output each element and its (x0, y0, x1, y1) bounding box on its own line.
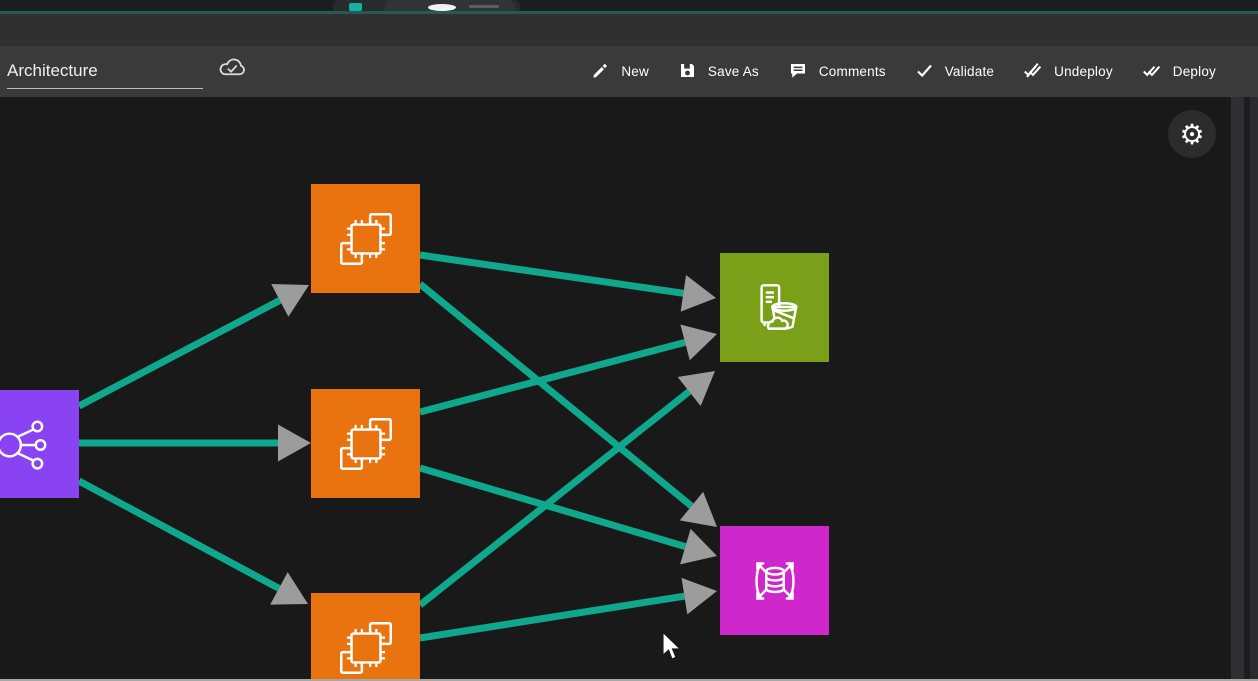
header-bar: New Save As (0, 46, 1258, 97)
browser-strip (0, 0, 1258, 11)
validate-label: Validate (945, 64, 994, 79)
double-check-icon (1143, 62, 1161, 82)
globe-icon (428, 4, 456, 11)
comments-label: Comments (819, 64, 886, 79)
node-server-bucket[interactable] (720, 253, 829, 362)
node-scaling-database[interactable] (720, 526, 829, 635)
floppy-disk-icon (679, 62, 696, 82)
deploy-button[interactable]: Deploy (1143, 62, 1216, 82)
cloud-check-icon (217, 55, 248, 89)
save-as-label: Save As (708, 64, 759, 79)
header-upper-band (0, 14, 1258, 46)
undeploy-label: Undeploy (1054, 64, 1113, 79)
gear-icon: ⚙ (1179, 118, 1204, 151)
node-ec2-instance-bottom[interactable] (311, 593, 420, 679)
comments-button[interactable]: Comments (789, 62, 886, 82)
check-icon (916, 62, 933, 82)
diagram-title-input[interactable] (7, 59, 203, 89)
window-scrollbar[interactable] (1250, 97, 1258, 679)
tab-app-icon (349, 3, 362, 11)
undeploy-button[interactable]: Undeploy (1024, 62, 1113, 82)
diagram-canvas[interactable]: ⚙ (0, 97, 1231, 679)
pencil-icon (592, 62, 609, 82)
new-button[interactable]: New (592, 62, 649, 82)
new-label: New (621, 64, 649, 79)
deploy-label: Deploy (1173, 64, 1216, 79)
save-as-button[interactable]: Save As (679, 62, 759, 82)
double-check-slash-icon (1024, 62, 1042, 82)
node-ec2-instance-middle[interactable] (311, 389, 420, 498)
app-window: New Save As (0, 0, 1258, 681)
speech-bubble-icon (789, 62, 807, 82)
vertical-scrollbar[interactable] (1231, 97, 1244, 679)
toolbar: New Save As (592, 62, 1216, 82)
browser-pill-fragment (385, 0, 515, 11)
browser-tab-fragment[interactable] (333, 0, 520, 11)
node-ec2-instance-top[interactable] (311, 184, 420, 293)
validate-button[interactable]: Validate (916, 62, 994, 82)
mouse-cursor (663, 633, 681, 660)
edge-layer (0, 97, 1231, 679)
tab-text-fragment (469, 5, 499, 8)
node-load-balancer[interactable] (0, 390, 79, 498)
canvas-settings-button[interactable]: ⚙ (1168, 110, 1216, 158)
